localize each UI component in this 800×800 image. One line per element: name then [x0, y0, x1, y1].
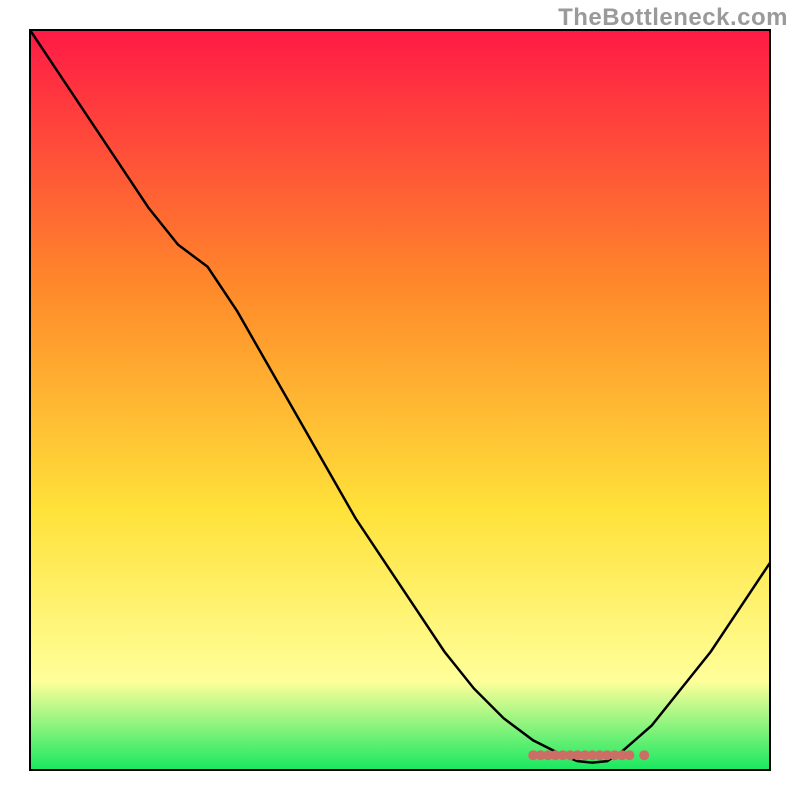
- sweet-spot-dot: [624, 750, 634, 760]
- watermark-text: TheBottleneck.com: [558, 4, 788, 32]
- sweet-spot-dot: [639, 750, 649, 760]
- chart-stage: TheBottleneck.com: [0, 0, 800, 800]
- plot-background: [30, 30, 770, 770]
- bottleneck-chart: [0, 0, 800, 800]
